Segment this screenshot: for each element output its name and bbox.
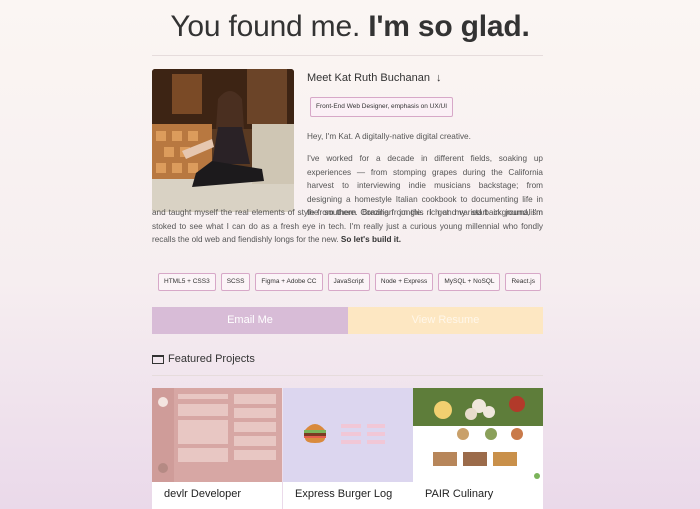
role-badge: Front-End Web Designer, emphasis on UX/U… bbox=[310, 97, 454, 117]
folder-icon bbox=[152, 354, 164, 364]
featured-projects-label: Featured Projects bbox=[168, 353, 255, 365]
skills-list: HTML5 + CSS3 SCSS Figma + Adobe CC JavaS… bbox=[158, 273, 541, 291]
hero-heading: You found me. I'm so glad. bbox=[0, 10, 700, 44]
project-card-devlr[interactable]: devlr Developer bbox=[152, 388, 282, 509]
featured-projects-heading: Featured Projects bbox=[152, 353, 255, 365]
profile-photo bbox=[152, 69, 294, 212]
hero-light: You found me. bbox=[170, 10, 361, 43]
email-me-button[interactable]: Email Me bbox=[152, 307, 348, 334]
skill-badge: Node + Express bbox=[374, 273, 434, 291]
skill-badge: React.js bbox=[505, 273, 541, 291]
skill-badge: MySQL + NoSQL bbox=[438, 273, 501, 291]
skill-badge: HTML5 + CSS3 bbox=[158, 273, 216, 291]
divider bbox=[152, 55, 543, 56]
project-title: devlr Developer bbox=[164, 488, 242, 500]
bio-text-bottom: and taught myself the real elements of s… bbox=[152, 206, 543, 247]
project-thumbnail bbox=[283, 388, 413, 482]
skill-badge: JavaScript bbox=[327, 273, 370, 291]
project-title: PAIR Culinary bbox=[425, 488, 494, 500]
hero-bold: I'm so glad. bbox=[368, 10, 530, 43]
meet-line: Meet Kat Ruth Buchanan ↓ bbox=[307, 72, 442, 84]
meet-label: Meet bbox=[307, 72, 332, 84]
arrow-down-icon: ↓ bbox=[436, 72, 442, 84]
view-resume-button[interactable]: View Resume bbox=[348, 307, 543, 334]
skill-badge: SCSS bbox=[220, 273, 251, 291]
project-card-burger-log[interactable]: Express Burger Log bbox=[283, 388, 413, 509]
person-name: Kat Ruth Buchanan bbox=[334, 72, 430, 84]
project-thumbnail bbox=[413, 388, 543, 482]
skill-badge: Figma + Adobe CC bbox=[255, 273, 323, 291]
bio-callout: So let's build it. bbox=[340, 235, 402, 245]
greeting-text: Hey, I'm Kat. A digitally-native digital… bbox=[307, 132, 471, 141]
divider bbox=[152, 375, 543, 376]
project-card-pair-culinary[interactable]: PAIR Culinary bbox=[413, 388, 543, 509]
project-thumbnail bbox=[152, 388, 282, 482]
project-title: Express Burger Log bbox=[295, 488, 393, 500]
